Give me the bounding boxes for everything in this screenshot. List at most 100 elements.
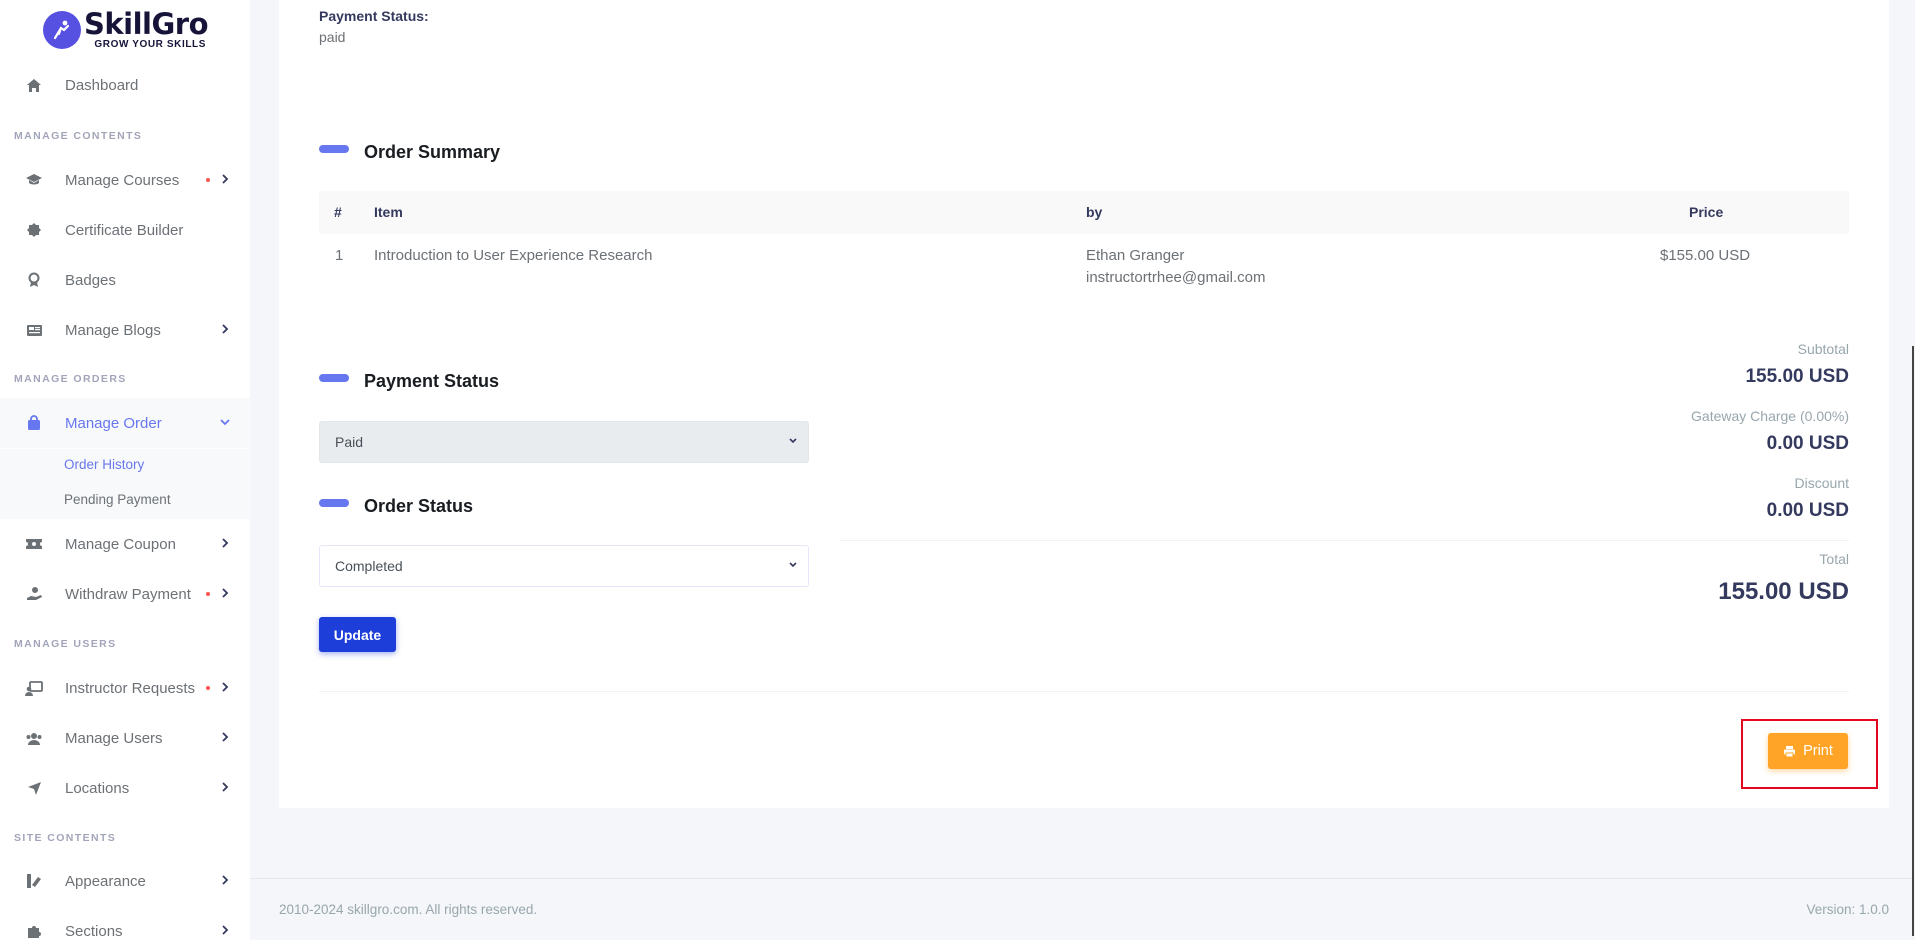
- graduation-cap-icon: [25, 171, 43, 189]
- submenu-manage-order: Order History Pending Payment: [0, 449, 250, 519]
- row-by-name: Ethan Granger: [1086, 247, 1185, 264]
- chevron-down-icon: [786, 434, 800, 451]
- footer-copyright: 2010-2024 skillgro.com. All rights reser…: [279, 902, 538, 917]
- sidebar-item-label: Sections: [65, 922, 123, 940]
- column-header-item: Item: [374, 204, 403, 220]
- sidebar-item-manage-courses[interactable]: Manage Courses: [0, 155, 250, 205]
- column-header-by: by: [1086, 204, 1103, 220]
- chevron-down-icon: [218, 415, 232, 433]
- subtotal-label: Subtotal: [1797, 341, 1849, 357]
- section-accent-bar: [319, 374, 349, 382]
- order-detail-card: [279, 0, 1889, 808]
- notification-dot: [206, 592, 210, 596]
- sidebar-item-instructor-requests[interactable]: Instructor Requests: [0, 663, 250, 713]
- location-arrow-icon: [25, 779, 43, 797]
- shopping-bag-icon: [25, 414, 43, 432]
- newspaper-icon: [25, 321, 43, 339]
- sidebar-item-manage-order[interactable]: Manage Order: [0, 398, 250, 448]
- row-by-email: instructortrhee@gmail.com: [1086, 269, 1266, 286]
- chevron-down-icon: [786, 558, 800, 575]
- chevron-right-icon: [218, 172, 232, 190]
- payment-status-value: paid: [319, 29, 346, 45]
- row-num: 1: [335, 247, 344, 264]
- notification-dot: [206, 686, 210, 690]
- chevron-right-icon: [218, 536, 232, 554]
- table-row: 1 Introduction to User Experience Resear…: [319, 234, 1849, 304]
- sidebar-item-withdraw-payment[interactable]: Withdraw Payment: [0, 569, 250, 619]
- row-item: Introduction to User Experience Research: [374, 247, 653, 264]
- menu-header-orders: MANAGE ORDERS: [14, 373, 127, 385]
- sidebar-item-label: Instructor Requests: [65, 679, 196, 697]
- award-icon: [25, 271, 43, 289]
- subtotal-value: 155.00 USD: [1745, 366, 1849, 387]
- chevron-right-icon: [218, 873, 232, 891]
- certificate-icon: [25, 221, 43, 239]
- payment-status-label: Payment Status:: [319, 8, 429, 24]
- discount-label: Discount: [1794, 475, 1849, 491]
- footer: 2010-2024 skillgro.com. All rights reser…: [250, 878, 1915, 940]
- discount-value: 0.00 USD: [1766, 500, 1849, 521]
- chevron-right-icon: [218, 322, 232, 340]
- sidebar-item-label: Manage Blogs: [65, 321, 161, 339]
- sidebar-item-label: Dashboard: [65, 76, 139, 94]
- order-table-header: # Item by Price: [319, 191, 1849, 234]
- menu-header-contents: MANAGE CONTENTS: [14, 130, 143, 142]
- menu-header-site: SITE CONTENTS: [14, 832, 117, 844]
- sidebar-item-label: Locations: [65, 779, 130, 797]
- payment-status-select[interactable]: Paid: [319, 421, 809, 463]
- sidebar-item-manage-coupon[interactable]: Manage Coupon: [0, 519, 250, 569]
- puzzle-piece-icon: [25, 922, 43, 940]
- order-summary-title: Order Summary: [364, 142, 501, 162]
- sidebar-item-label: Manage Coupon: [65, 535, 176, 553]
- chalkboard-user-icon: [25, 679, 43, 697]
- row-price: $155.00 USD: [1660, 247, 1751, 264]
- sidebar-item-locations[interactable]: Locations: [0, 763, 250, 813]
- print-button[interactable]: Print: [1768, 733, 1848, 769]
- sidebar-item-badges[interactable]: Badges: [0, 255, 250, 305]
- order-status-select[interactable]: Completed: [319, 545, 809, 587]
- users-icon: [25, 729, 43, 747]
- chevron-right-icon: [218, 730, 232, 748]
- print-label: Print: [1803, 743, 1833, 759]
- hand-holding-dollar-icon: [25, 585, 43, 603]
- brand-logo[interactable]: SkillGro GROW YOUR SKILLS: [43, 7, 209, 50]
- sidebar-item-label: Manage Users: [65, 729, 163, 747]
- sidebar-item-label: Certificate Builder: [65, 221, 184, 239]
- chevron-right-icon: [218, 780, 232, 798]
- sidebar-item-appearance[interactable]: Appearance: [0, 856, 250, 906]
- sidebar-item-label: Manage Courses: [65, 171, 180, 189]
- sidebar-item-certificate-builder[interactable]: Certificate Builder: [0, 205, 250, 255]
- ticket-icon: [25, 535, 43, 553]
- print-icon: [1783, 745, 1796, 758]
- summary-divider: [840, 540, 1849, 541]
- sidebar-item-label: Appearance: [65, 872, 146, 890]
- sidebar-item-label: Badges: [65, 271, 116, 289]
- sidebar-subitem-pending-payment[interactable]: Pending Payment: [64, 492, 171, 507]
- brand-name: SkillGro: [84, 7, 209, 41]
- gateway-charge-value: 0.00 USD: [1766, 433, 1849, 454]
- total-value: 155.00 USD: [1718, 578, 1849, 605]
- sidebar-subitem-order-history[interactable]: Order History: [64, 457, 144, 472]
- update-button[interactable]: Update: [319, 617, 396, 652]
- order-status-title: Order Status: [364, 496, 474, 516]
- card-divider: [319, 691, 1849, 692]
- chevron-right-icon: [218, 923, 232, 940]
- scrollbar[interactable]: [1912, 346, 1914, 936]
- sidebar-item-sections[interactable]: Sections: [0, 906, 250, 940]
- column-header-price: Price: [1689, 204, 1724, 220]
- notification-dot: [206, 178, 210, 182]
- order-status-selected: Completed: [335, 558, 403, 574]
- brand-tagline: GROW YOUR SKILLS: [94, 39, 207, 50]
- column-header-num: #: [334, 204, 342, 220]
- section-accent-bar: [319, 145, 349, 153]
- sidebar: SkillGro GROW YOUR SKILLS Dashboard MANA…: [0, 0, 250, 940]
- sidebar-item-label: Manage Order: [65, 414, 162, 432]
- sidebar-item-dashboard[interactable]: Dashboard: [0, 60, 250, 110]
- sidebar-item-manage-blogs[interactable]: Manage Blogs: [0, 305, 250, 355]
- home-icon: [25, 76, 43, 94]
- footer-version: Version: 1.0.0: [1806, 902, 1889, 917]
- chevron-right-icon: [218, 680, 232, 698]
- gateway-charge-label: Gateway Charge (0.00%): [1691, 408, 1849, 424]
- sidebar-item-manage-users[interactable]: Manage Users: [0, 713, 250, 763]
- payment-status-selected: Paid: [335, 434, 364, 450]
